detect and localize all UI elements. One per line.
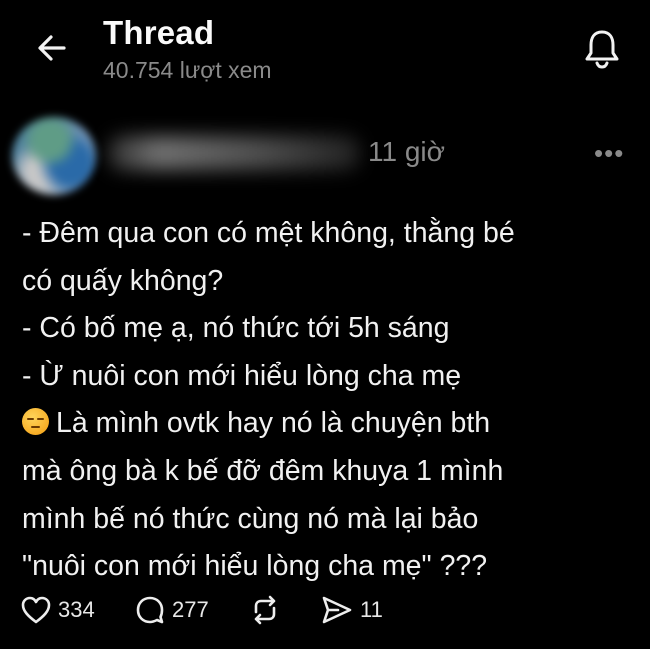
like-button[interactable]: 334 [20, 590, 95, 630]
arrow-left-icon[interactable] [34, 30, 70, 66]
post-time: 11 giờ [368, 136, 445, 167]
repost-icon [254, 595, 276, 625]
action-bar: 334 277 11 [0, 590, 650, 630]
username-blurred[interactable] [108, 136, 360, 170]
post-line: mà ông bà k bế đỡ đêm khuya 1 mình [22, 454, 504, 487]
more-horizontal-icon[interactable]: ••• [594, 138, 624, 169]
like-count: 334 [58, 597, 95, 622]
page-title: Thread [103, 14, 215, 51]
share-count: 11 [360, 597, 383, 622]
top-bar: Thread 40.754 lượt xem [0, 0, 650, 100]
relieved-face-emoji [22, 408, 49, 436]
heart-icon [21, 596, 51, 624]
avatar[interactable] [12, 117, 96, 195]
bell-icon[interactable] [582, 26, 622, 70]
post-body: - Đêm qua con có mệt không, thằng bé có … [22, 210, 632, 591]
post-line-with-emoji: Là mình ovtk hay nó là chuyện bth [22, 400, 632, 448]
post-line: Là mình ovtk hay nó là chuyện bth [56, 407, 491, 440]
post-line: - Có bố mẹ ạ, nó thức tới 5h sáng [22, 312, 450, 345]
comment-icon [136, 596, 164, 624]
comment-count: 277 [172, 597, 209, 622]
comment-button[interactable]: 277 [134, 590, 209, 630]
share-button[interactable]: 11 [320, 590, 383, 630]
post-line: có quấy không? [22, 264, 224, 297]
post-line: mình bế nó thức cùng nó mà lại bảo [22, 502, 479, 535]
post-line: - Ừ nuôi con mới hiểu lòng cha mẹ [22, 359, 462, 392]
post-line: - Đêm qua con có mệt không, thằng bé [22, 217, 515, 249]
view-count: 40.754 lượt xem [103, 57, 272, 83]
repost-button[interactable] [248, 590, 282, 630]
send-icon [322, 596, 352, 624]
post-line: "nuôi con mới hiểu lòng cha mẹ" ??? [22, 550, 488, 583]
